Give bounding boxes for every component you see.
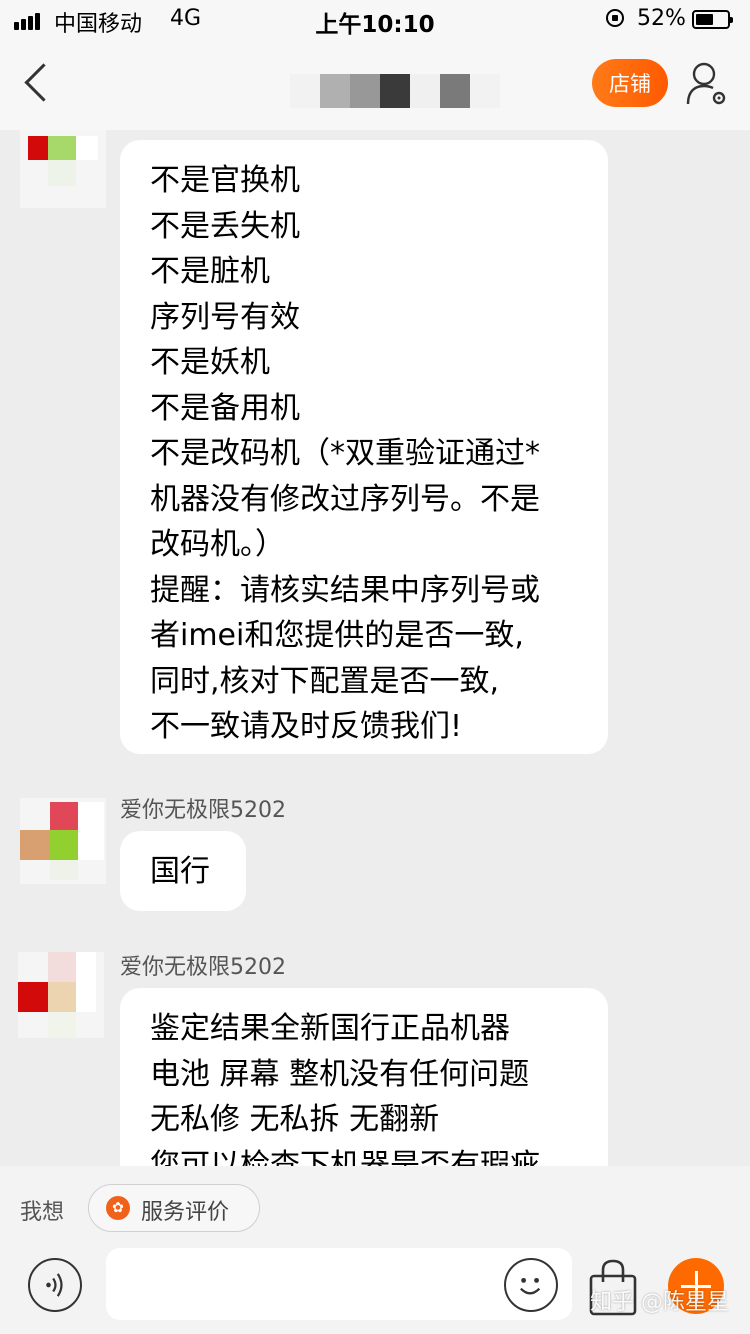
- user-settings-icon[interactable]: [686, 60, 730, 108]
- battery-percent: 52%: [637, 6, 686, 31]
- message-line: 不是改码机（*双重验证通过*: [150, 436, 540, 471]
- status-bar: 中国移动 4G 上午10:10 52%: [0, 0, 750, 40]
- avatar[interactable]: [20, 798, 106, 884]
- battery-icon: [692, 10, 733, 29]
- message-line: 不是备用机: [150, 390, 300, 426]
- message-bubble[interactable]: 不是官换机 不是丢失机 不是脏机 序列号有效 不是妖机 不是备用机 不是改码机（…: [120, 140, 608, 754]
- message-line: 电池 屏幕 整机没有任何问题: [150, 1056, 530, 1092]
- message-line: 提醒：请核实结果中序列号或: [150, 572, 540, 608]
- message-line: 同时,核对下配置是否一致,: [150, 663, 500, 699]
- message-line: 不是丢失机: [150, 208, 300, 244]
- message-line: 不是妖机: [150, 345, 270, 380]
- flower-icon: [106, 1196, 130, 1220]
- message-line: 者imei和您提供的是否一致,: [150, 618, 524, 653]
- shop-title-blurred: [290, 74, 500, 108]
- sender-name: 爱你无极限5202: [120, 798, 286, 823]
- input-bar: 知乎 @陈星星: [0, 1248, 750, 1334]
- quick-action-bar: 我想 服务评价: [0, 1166, 750, 1250]
- store-button[interactable]: 店铺: [592, 59, 668, 107]
- nav-bar: 店铺: [0, 40, 750, 130]
- service-review-button[interactable]: 服务评价: [88, 1184, 260, 1232]
- message-line: 您可以检查下机器是否有瑕疵: [150, 1147, 540, 1167]
- avatar[interactable]: [18, 952, 104, 1038]
- chat-area[interactable]: 不是官换机 不是丢失机 不是脏机 序列号有效 不是妖机 不是备用机 不是改码机（…: [0, 130, 750, 1166]
- message-line: 不是脏机: [150, 254, 270, 289]
- quick-action-label: 我想: [20, 1200, 65, 1225]
- message-line: 国行: [150, 854, 210, 889]
- message-bubble[interactable]: 鉴定结果全新国行正品机器 电池 屏幕 整机没有任何问题 无私修 无私拆 无翻新 …: [120, 988, 608, 1166]
- rotation-lock-icon: [606, 9, 624, 27]
- message-line: 无私修 无私拆 无翻新: [150, 1102, 440, 1137]
- message-bubble[interactable]: 国行: [120, 831, 246, 911]
- chevron-left-icon: [24, 63, 63, 102]
- emoji-icon[interactable]: [504, 1258, 558, 1312]
- watermark: 知乎 @陈星星: [590, 1290, 729, 1315]
- voice-icon[interactable]: [28, 1258, 82, 1312]
- message-line: 机器没有修改过序列号。不是: [150, 481, 540, 517]
- message-line: 不是官换机: [150, 163, 300, 198]
- message-line: 改码机。）: [150, 527, 285, 562]
- avatar[interactable]: [20, 130, 106, 208]
- service-review-label: 服务评价: [141, 1200, 230, 1225]
- back-button[interactable]: [10, 50, 70, 120]
- message-line: 不一致请及时反馈我们!: [150, 709, 463, 744]
- message-line: 序列号有效: [150, 299, 300, 335]
- message-input[interactable]: [106, 1248, 572, 1320]
- sender-name: 爱你无极限5202: [120, 955, 286, 980]
- message-line: 鉴定结果全新国行正品机器: [150, 1011, 510, 1046]
